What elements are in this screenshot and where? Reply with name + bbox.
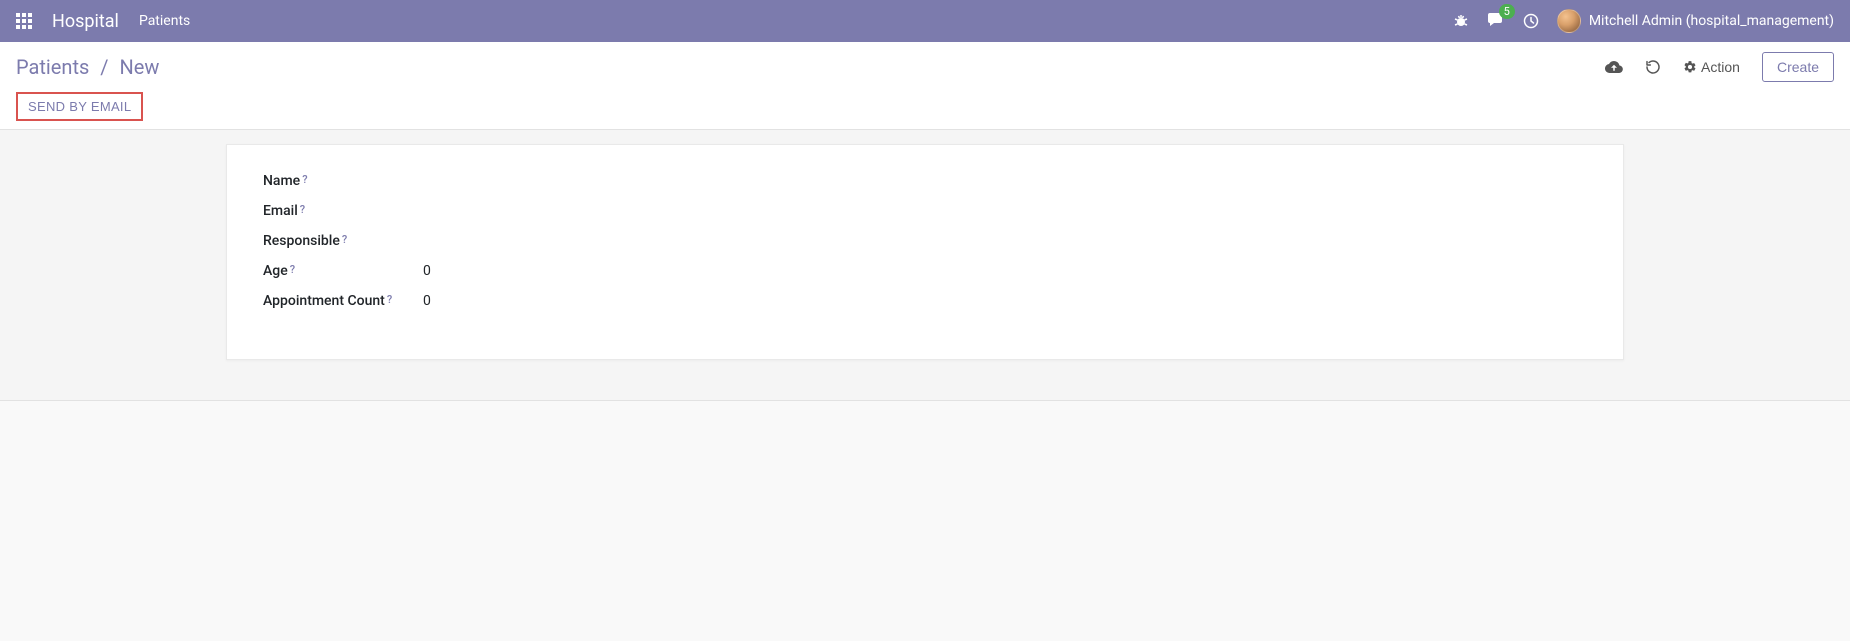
navbar-right: 5 Mitchell Admin (hospital_management)	[1453, 9, 1834, 33]
menu-patients[interactable]: Patients	[139, 13, 190, 29]
send-by-email-button[interactable]: SEND BY EMAIL	[16, 92, 143, 121]
label-email: Email ?	[263, 203, 423, 219]
create-button[interactable]: Create	[1762, 52, 1834, 82]
label-responsible: Responsible ?	[263, 233, 423, 249]
field-responsible: Responsible ?	[263, 233, 1587, 249]
label-appointment-count-text: Appointment Count	[263, 293, 385, 309]
control-panel-actions: Action Create	[1605, 52, 1834, 82]
help-icon[interactable]: ?	[302, 173, 307, 186]
action-button[interactable]: Action	[1683, 59, 1740, 75]
label-age: Age ?	[263, 263, 423, 279]
field-name: Name ?	[263, 173, 1587, 189]
breadcrumb-root[interactable]: Patients	[16, 55, 89, 79]
brand-title[interactable]: Hospital	[52, 11, 119, 32]
label-name: Name ?	[263, 173, 423, 189]
help-icon[interactable]: ?	[290, 263, 295, 276]
breadcrumb-separator: /	[100, 55, 108, 79]
cloud-upload-icon	[1605, 58, 1623, 76]
label-age-text: Age	[263, 263, 288, 279]
control-panel-top: Patients / New Action Cr	[0, 42, 1850, 88]
user-label: Mitchell Admin (hospital_management)	[1589, 13, 1834, 29]
field-age: Age ? 0	[263, 263, 1587, 279]
control-panel-status: SEND BY EMAIL	[0, 88, 1850, 129]
value-age[interactable]: 0	[423, 263, 431, 279]
debug-icon[interactable]	[1453, 13, 1469, 29]
activity-icon[interactable]	[1523, 13, 1539, 29]
user-menu[interactable]: Mitchell Admin (hospital_management)	[1557, 9, 1834, 33]
label-name-text: Name	[263, 173, 300, 189]
navbar-left: Hospital Patients	[16, 11, 190, 32]
value-appointment-count[interactable]: 0	[423, 293, 431, 309]
label-appointment-count: Appointment Count ?	[263, 293, 423, 309]
help-icon[interactable]: ?	[300, 203, 305, 216]
undo-icon	[1645, 59, 1661, 75]
apps-icon[interactable]	[16, 13, 32, 29]
form-sheet: Name ? Email ? Responsible ? Age ?	[226, 144, 1624, 360]
gear-icon	[1683, 60, 1697, 74]
field-email: Email ?	[263, 203, 1587, 219]
field-appointment-count: Appointment Count ? 0	[263, 293, 1587, 309]
save-button[interactable]	[1605, 58, 1623, 76]
breadcrumb: Patients / New	[16, 55, 159, 79]
action-label: Action	[1701, 59, 1740, 75]
help-icon[interactable]: ?	[342, 233, 347, 246]
label-responsible-text: Responsible	[263, 233, 340, 249]
top-navbar: Hospital Patients 5	[0, 0, 1850, 42]
avatar	[1557, 9, 1581, 33]
label-email-text: Email	[263, 203, 298, 219]
form-container: Name ? Email ? Responsible ? Age ?	[0, 130, 1850, 401]
messages-icon[interactable]: 5	[1487, 12, 1505, 30]
help-icon[interactable]: ?	[387, 293, 392, 306]
discard-button[interactable]	[1645, 59, 1661, 75]
breadcrumb-current: New	[120, 55, 160, 79]
messages-badge: 5	[1499, 4, 1515, 19]
control-panel: Patients / New Action Cr	[0, 42, 1850, 130]
